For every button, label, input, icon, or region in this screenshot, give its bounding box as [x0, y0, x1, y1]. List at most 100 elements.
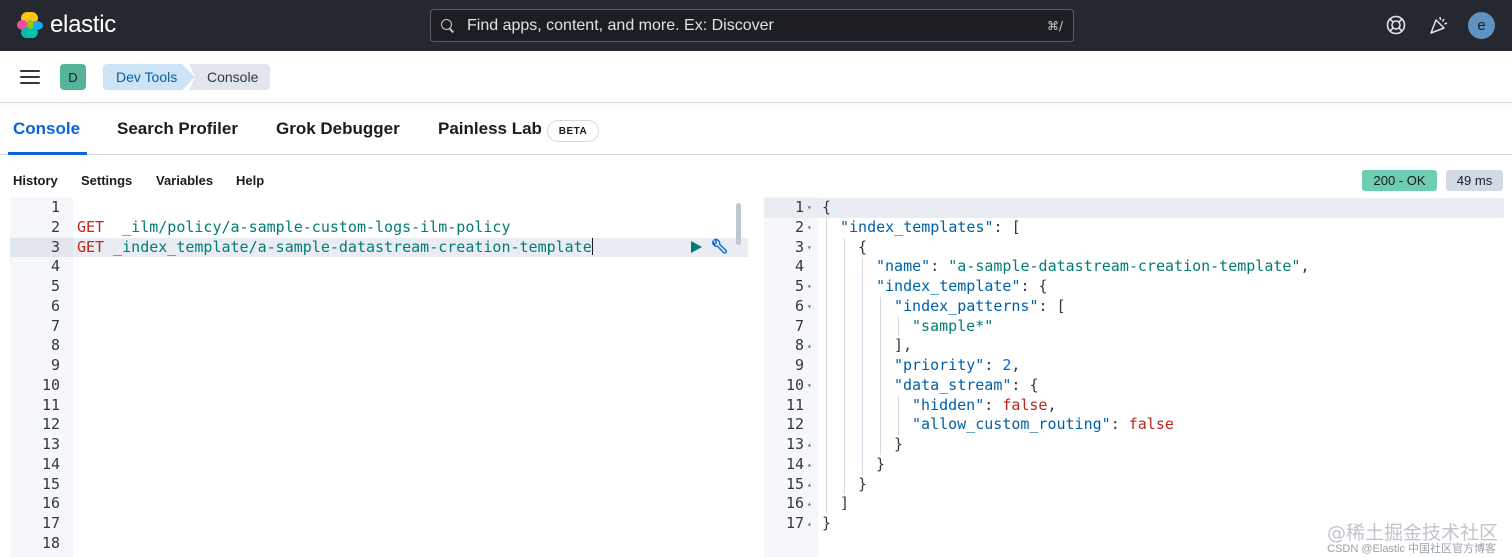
- request-line[interactable]: 11: [10, 396, 748, 416]
- response-line: 9 "priority": 2,: [764, 356, 1504, 376]
- help-icon[interactable]: [1385, 14, 1407, 36]
- wrench-icon[interactable]: [709, 238, 729, 258]
- request-line[interactable]: 12: [10, 415, 748, 435]
- line-number: 14: [785, 454, 804, 473]
- response-line: 4 "name": "a-sample-datastream-creation-t…: [764, 257, 1504, 277]
- fold-open-icon[interactable]: ▾: [807, 277, 812, 297]
- request-editor-scrollbar[interactable]: [736, 203, 741, 245]
- help-button[interactable]: Help: [236, 173, 264, 188]
- response-editor[interactable]: 1 ▾{2 ▾ "index_templates": [3 ▾{4 "name": "a-…: [764, 197, 1504, 557]
- user-avatar[interactable]: e: [1468, 12, 1495, 39]
- fold-open-icon[interactable]: ▾: [807, 218, 812, 238]
- code-token: }: [876, 454, 886, 473]
- indent-guide: [826, 474, 827, 495]
- indent-guide: [862, 296, 863, 317]
- tab-console[interactable]: Console: [13, 119, 80, 139]
- response-line: 1 ▾ {: [764, 198, 1504, 218]
- code-token: : {: [1011, 375, 1039, 394]
- request-duration-badge: 49 ms: [1446, 170, 1503, 191]
- request-line[interactable]: 13: [10, 435, 748, 455]
- request-line[interactable]: 5: [10, 277, 748, 297]
- variables-button[interactable]: Variables: [156, 173, 213, 188]
- request-line[interactable]: 2 GET _ilm/policy/a-sample-custom-logs-il…: [10, 218, 748, 238]
- console-toolbar: History Settings Variables Help 200 - OK…: [0, 155, 1512, 197]
- fold-close-icon[interactable]: ▴: [807, 494, 812, 514]
- fold-open-icon[interactable]: ▾: [807, 376, 812, 396]
- newsfeed-icon[interactable]: [1428, 14, 1450, 36]
- indent-guide: [844, 454, 845, 475]
- line-number: 17: [785, 514, 804, 532]
- indent-guide: [826, 494, 827, 514]
- request-path: _index_template/a-sample-datastream-crea…: [104, 237, 592, 256]
- fold-open-icon[interactable]: ▾: [807, 198, 812, 218]
- code-token: "index_patterns": [894, 296, 1039, 315]
- response-line: 12 "allow_custom_routing": false: [764, 415, 1504, 435]
- code-token: :: [1110, 415, 1129, 434]
- indent-guide: [880, 296, 881, 317]
- indent-guide: [862, 277, 863, 297]
- line-number: 4: [50, 257, 60, 276]
- indent-guide: [862, 336, 863, 356]
- tab-search-profiler[interactable]: Search Profiler: [117, 119, 238, 139]
- search-icon: [441, 18, 455, 33]
- settings-button[interactable]: Settings: [81, 173, 132, 188]
- code-token: ,: [1011, 356, 1021, 374]
- request-line[interactable]: 1: [10, 198, 748, 218]
- fold-open-icon[interactable]: ▾: [807, 297, 812, 317]
- response-line: 10 ▾ "data_stream": {: [764, 375, 1504, 396]
- response-code: ],: [894, 336, 912, 356]
- indent-guide: [826, 395, 827, 416]
- line-number: 10: [41, 375, 60, 394]
- indent-guide: [880, 375, 881, 396]
- code-token: ],: [894, 336, 913, 355]
- elastic-logo[interactable]: elastic: [16, 11, 116, 39]
- request-line[interactable]: 16: [10, 494, 748, 514]
- request-line[interactable]: 14: [10, 455, 748, 475]
- response-line: 5 ▾ "index_template": {: [764, 277, 1504, 297]
- response-code: }: [858, 475, 867, 495]
- menu-icon[interactable]: [20, 69, 40, 85]
- indent-guide: [880, 356, 881, 376]
- fold-close-icon[interactable]: ▴: [807, 475, 812, 495]
- space-avatar[interactable]: D: [60, 64, 86, 90]
- request-line[interactable]: 3 GET _index_template/a-sample-datastream…: [10, 237, 748, 258]
- indent-guide: [844, 316, 845, 337]
- tab-grok-debugger[interactable]: Grok Debugger: [276, 119, 400, 139]
- indent-guide: [844, 474, 845, 495]
- request-line[interactable]: 7: [10, 317, 748, 337]
- response-line: 6 ▾ "index_patterns": [: [764, 296, 1504, 317]
- request-line[interactable]: 4: [10, 257, 748, 277]
- code-token: }: [822, 514, 832, 532]
- line-number: 8: [794, 336, 804, 355]
- indent-guide: [844, 296, 845, 317]
- search-placeholder: Find apps, content, and more. Ex: Discov…: [467, 16, 774, 34]
- fold-open-icon[interactable]: ▾: [807, 238, 812, 258]
- request-line[interactable]: 6: [10, 297, 748, 317]
- breadcrumb-dev-tools[interactable]: Dev Tools: [103, 64, 195, 90]
- send-request-icon[interactable]: [691, 240, 702, 253]
- request-line[interactable]: 15: [10, 475, 748, 495]
- line-number: 6: [794, 296, 804, 315]
- line-number: 6: [50, 296, 60, 315]
- global-search[interactable]: Find apps, content, and more. Ex: Discov…: [430, 9, 1074, 42]
- brand-name: elastic: [50, 11, 116, 38]
- response-line: 8 ▴],: [764, 336, 1504, 356]
- fold-close-icon[interactable]: ▴: [807, 336, 812, 356]
- code-token: : [: [993, 217, 1021, 236]
- fold-close-icon[interactable]: ▴: [807, 514, 812, 534]
- request-line[interactable]: 8: [10, 336, 748, 356]
- code-token: ]: [840, 494, 850, 513]
- tab-painless-lab[interactable]: Painless Lab: [438, 119, 542, 139]
- request-line[interactable]: 10: [10, 376, 748, 396]
- request-line[interactable]: 17: [10, 514, 748, 534]
- line-number: 11: [41, 395, 60, 414]
- request-editor[interactable]: 1 2 GET _ilm/policy/a-sample-custom-logs-i…: [10, 197, 748, 557]
- line-number: 15: [785, 474, 804, 493]
- request-line[interactable]: 18: [10, 534, 748, 554]
- fold-close-icon[interactable]: ▴: [807, 435, 812, 455]
- history-button[interactable]: History: [13, 173, 58, 188]
- request-line[interactable]: 9: [10, 356, 748, 376]
- fold-close-icon[interactable]: ▴: [807, 455, 812, 475]
- line-number: 3: [794, 237, 804, 256]
- pane-divider[interactable]: [752, 197, 762, 557]
